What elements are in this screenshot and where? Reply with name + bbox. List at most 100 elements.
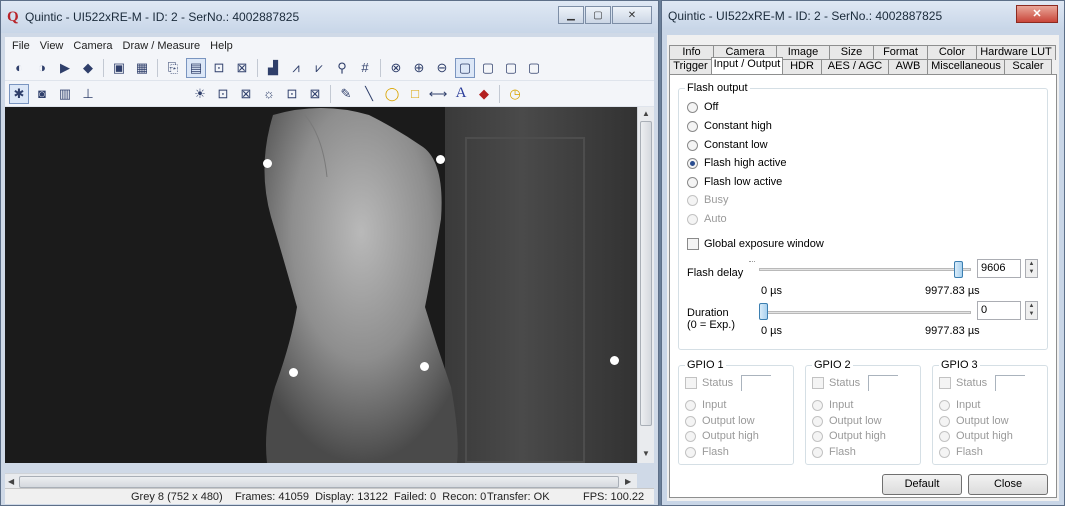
- camera-snap-icon[interactable]: ◙: [32, 84, 52, 104]
- vertical-scroll-thumb[interactable]: [640, 121, 652, 426]
- auto-exposure-icon[interactable]: ☀: [190, 84, 210, 104]
- flash-delay-input[interactable]: 9606: [977, 259, 1021, 278]
- gpio-1-output-high[interactable]: Output high: [685, 430, 759, 442]
- distance-tool-icon[interactable]: ⟷: [428, 84, 448, 104]
- pencil-icon[interactable]: ✎: [336, 84, 356, 104]
- main-title-bar[interactable]: Q Quintic - UI522xRE-M - ID: 2 - SerNo.:…: [1, 1, 658, 33]
- duration-spinner[interactable]: ▲ ▼: [1025, 301, 1038, 320]
- save-icon[interactable]: ▣: [109, 58, 129, 78]
- menu-camera[interactable]: Camera: [68, 40, 117, 52]
- tab-color[interactable]: Color: [927, 45, 977, 60]
- start-live-icon[interactable]: ▶: [55, 58, 75, 78]
- horizontal-scroll-thumb[interactable]: [19, 476, 619, 488]
- overlay-icon[interactable]: ▥: [55, 84, 75, 104]
- tab-input-output[interactable]: Input / Output: [711, 57, 783, 74]
- pixel-values-icon[interactable]: #: [355, 58, 375, 78]
- radio-busy[interactable]: Busy: [687, 194, 728, 206]
- tab-miscellaneous[interactable]: Miscellaneous: [927, 59, 1005, 74]
- radio-auto[interactable]: Auto: [687, 213, 727, 225]
- fit-window-icon[interactable]: ⊗: [386, 58, 406, 78]
- flash-delay-spinner[interactable]: ▲ ▼: [1025, 259, 1038, 278]
- minimize-button[interactable]: ▁: [558, 6, 584, 24]
- gpio-2-output-low[interactable]: Output low: [812, 415, 882, 427]
- flash-delay-slider-thumb[interactable]: [954, 261, 964, 278]
- gpio-3-status-checkbox[interactable]: Status: [939, 377, 987, 389]
- gpio-3-flash[interactable]: Flash: [939, 446, 983, 458]
- histogram-icon[interactable]: ▟: [263, 58, 283, 78]
- global-exposure-checkbox[interactable]: Global exposure window: [687, 238, 824, 250]
- tab-trigger[interactable]: Trigger: [669, 59, 712, 74]
- gpio-2-output-high[interactable]: Output high: [812, 430, 886, 442]
- vertical-scrollbar[interactable]: ▲ ▼: [637, 107, 654, 463]
- gpio-2-input[interactable]: Input: [812, 399, 853, 411]
- gpio-3-input[interactable]: Input: [939, 399, 980, 411]
- duration-slider-thumb[interactable]: [759, 303, 768, 320]
- rectangle-tool-icon[interactable]: □: [405, 84, 425, 104]
- zoom-1-2-icon[interactable]: ▢: [478, 58, 498, 78]
- line-tool-icon[interactable]: ╲: [359, 84, 379, 104]
- tab-scaler[interactable]: Scaler: [1004, 59, 1052, 74]
- column-profile-icon[interactable]: ⩗: [309, 58, 329, 78]
- aoi-clear-icon[interactable]: ⊠: [236, 84, 256, 104]
- properties-title-bar[interactable]: Quintic - UI522xRE-M - ID: 2 - SerNo.: 4…: [662, 1, 1064, 29]
- open-camera-icon[interactable]: ◐: [9, 58, 29, 78]
- tab-awb[interactable]: AWB: [888, 59, 928, 74]
- clock-icon[interactable]: ◷: [505, 84, 525, 104]
- menu-draw-measure[interactable]: Draw / Measure: [118, 40, 206, 52]
- line-profile-icon[interactable]: ⩘: [286, 58, 306, 78]
- aoi-clear-2-icon[interactable]: ⊠: [305, 84, 325, 104]
- tab-size[interactable]: Size: [829, 45, 874, 60]
- gpio-3-output-low[interactable]: Output low: [939, 415, 1009, 427]
- flash-delay-slider[interactable]: [759, 268, 971, 271]
- aoi-reset-icon[interactable]: ⊠: [232, 58, 252, 78]
- tab-info[interactable]: Info: [669, 45, 714, 60]
- tab-image[interactable]: Image: [776, 45, 830, 60]
- tab-format[interactable]: Format: [873, 45, 928, 60]
- close-dialog-button[interactable]: Close: [968, 474, 1048, 495]
- zoom-2-1-icon[interactable]: ▢: [524, 58, 544, 78]
- zoom-out-icon[interactable]: ⊖: [432, 58, 452, 78]
- menu-help[interactable]: Help: [205, 40, 238, 52]
- aoi-icon[interactable]: ⊡: [209, 58, 229, 78]
- zoom-in-icon[interactable]: ⊕: [409, 58, 429, 78]
- measure-icon[interactable]: ⊥: [78, 84, 98, 104]
- scroll-down-icon[interactable]: ▼: [642, 449, 650, 458]
- camera-image-view[interactable]: [5, 107, 637, 463]
- zoom-icon[interactable]: ⚲: [332, 58, 352, 78]
- aoi-select-2-icon[interactable]: ⊡: [282, 84, 302, 104]
- auto-settings-icon[interactable]: ✱: [9, 83, 29, 104]
- auto-gain-icon[interactable]: ☼: [259, 84, 279, 104]
- text-tool-icon[interactable]: A: [451, 84, 471, 104]
- gpio-2-flash[interactable]: Flash: [812, 446, 856, 458]
- maximize-button[interactable]: ▢: [585, 6, 611, 24]
- radio-off[interactable]: Off: [687, 101, 718, 113]
- radio-constant-low[interactable]: Constant low: [687, 139, 768, 151]
- aoi-select-icon[interactable]: ⊡: [213, 84, 233, 104]
- menu-view[interactable]: View: [35, 40, 69, 52]
- properties-close-button[interactable]: ✕: [1016, 5, 1058, 23]
- default-button[interactable]: Default: [882, 474, 962, 495]
- zoom-1-4-icon[interactable]: ▢: [501, 58, 521, 78]
- duration-slider[interactable]: [759, 311, 971, 314]
- eraser-icon[interactable]: ◆: [474, 84, 494, 104]
- tab-hardware-lut[interactable]: Hardware LUT: [976, 45, 1056, 60]
- snapshot-icon[interactable]: ◆: [78, 58, 98, 78]
- camera-properties-icon[interactable]: ▤: [186, 57, 206, 78]
- circle-tool-icon[interactable]: ◯: [382, 84, 402, 104]
- scroll-left-icon[interactable]: ◀: [8, 477, 14, 486]
- gpio-2-status-checkbox[interactable]: Status: [812, 377, 860, 389]
- radio-flash-low-active[interactable]: Flash low active: [687, 176, 782, 188]
- copy-icon[interactable]: ⎘: [163, 58, 183, 78]
- gpio-1-status-checkbox[interactable]: Status: [685, 377, 733, 389]
- scroll-up-icon[interactable]: ▲: [642, 109, 650, 118]
- gpio-1-output-low[interactable]: Output low: [685, 415, 755, 427]
- close-camera-icon[interactable]: ◑: [32, 58, 52, 78]
- menu-file[interactable]: File: [7, 40, 35, 52]
- radio-flash-high-active[interactable]: Flash high active: [687, 157, 787, 169]
- duration-input[interactable]: 0: [977, 301, 1021, 320]
- close-button[interactable]: ✕: [612, 6, 652, 24]
- tab-hdr[interactable]: HDR: [782, 59, 822, 74]
- radio-constant-high[interactable]: Constant high: [687, 120, 772, 132]
- save-video-icon[interactable]: ▦: [132, 58, 152, 78]
- gpio-1-flash[interactable]: Flash: [685, 446, 729, 458]
